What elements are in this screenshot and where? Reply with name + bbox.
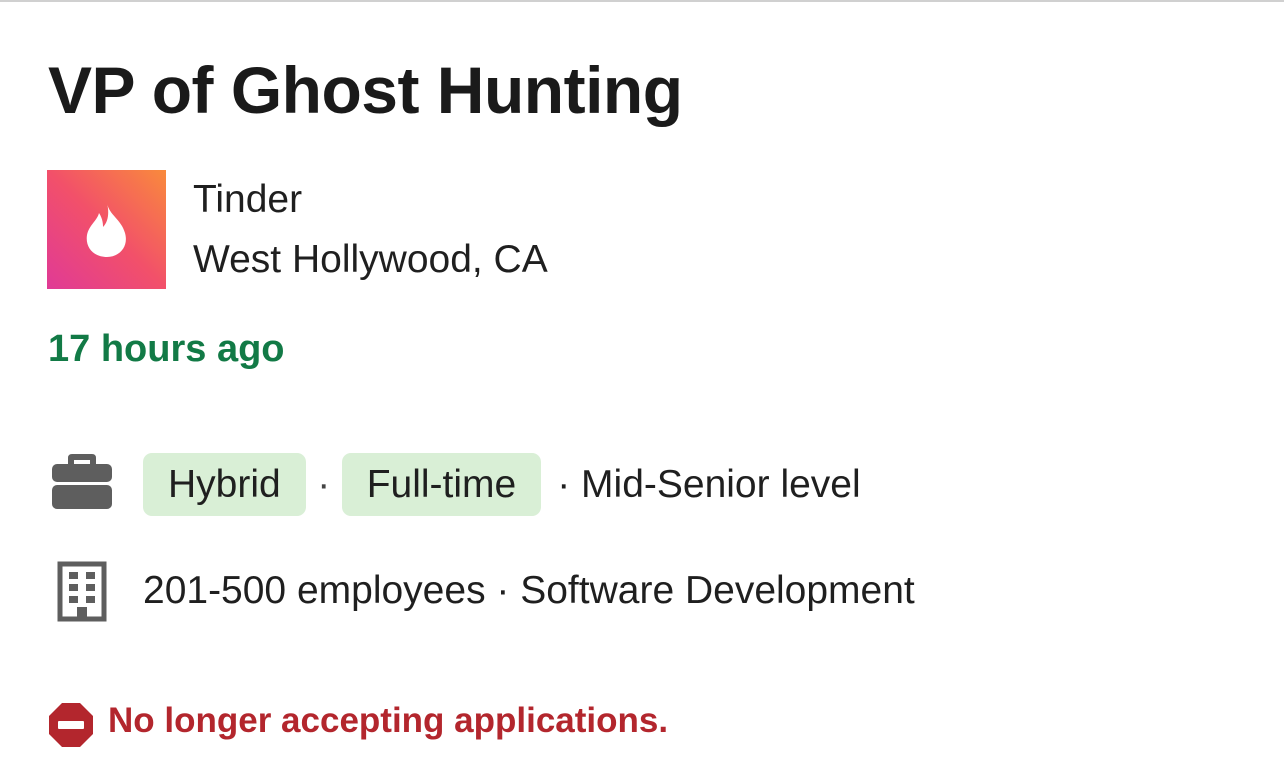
flame-logo-icon [86,202,126,257]
briefcase-icon [52,454,112,509]
application-status: No longer accepting applications. [108,701,669,740]
employment-type-badge: Full-time [341,453,542,516]
company-location: West Hollywood, CA [193,238,548,281]
building-icon [57,561,107,622]
top-divider [0,0,1284,2]
company-logo[interactable] [47,170,166,289]
job-title: VP of Ghost Hunting [48,53,683,127]
workplace-type-badge: Hybrid [143,453,306,516]
seniority-level: · Mid-Senior level [557,462,861,506]
stop-icon [49,703,93,747]
company-name[interactable]: Tinder [193,178,302,222]
company-size-industry: 201-500 employees · Software Development [143,569,915,612]
job-meta-row: Hybrid · Full-time · Mid-Senior level [143,453,861,516]
posted-time: 17 hours ago [48,328,285,370]
separator: · [317,462,331,506]
